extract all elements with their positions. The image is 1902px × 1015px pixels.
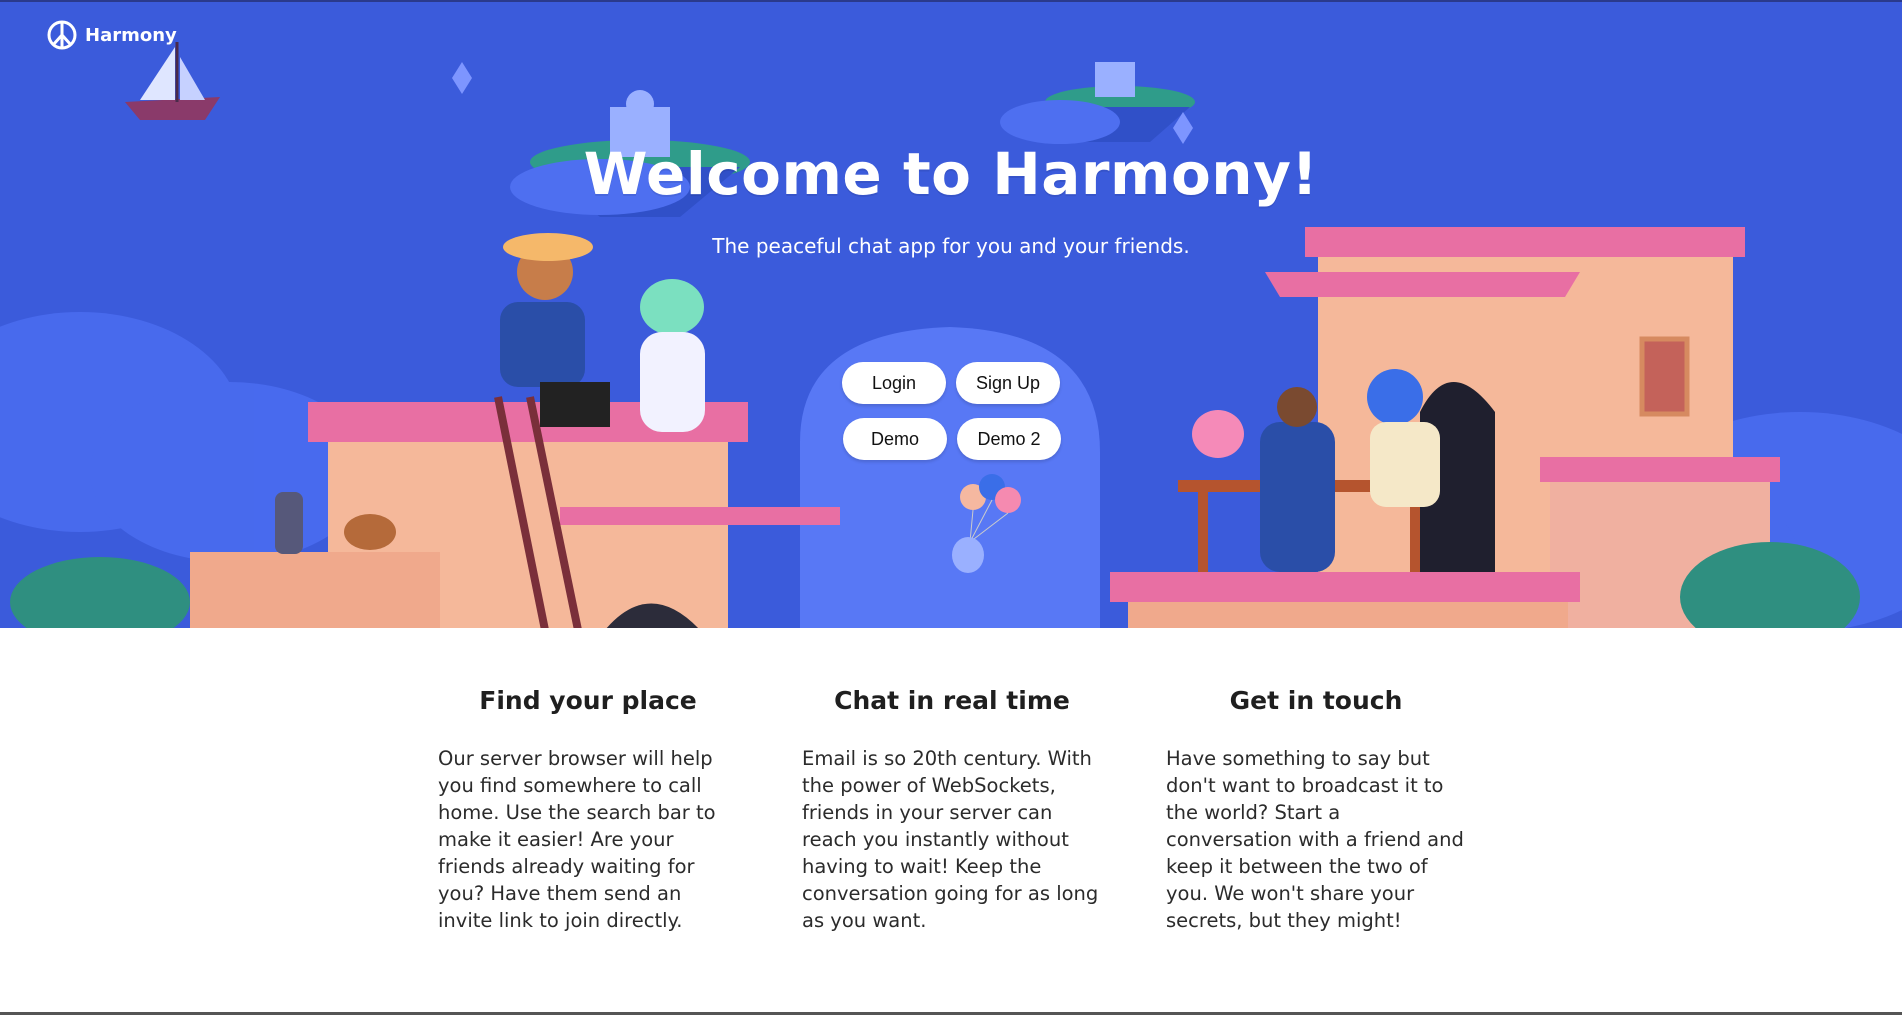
feature-get-in-touch: Get in touch Have something to say but d… — [1166, 686, 1466, 934]
feature-body: Email is so 20th century. With the power… — [802, 747, 1099, 932]
feature-find-your-place: Find your place Our server browser will … — [438, 686, 738, 934]
signup-button[interactable]: Sign Up — [956, 362, 1060, 404]
demo-2-button[interactable]: Demo 2 — [957, 418, 1061, 460]
feature-title: Find your place — [479, 686, 697, 715]
login-button[interactable]: Login — [842, 362, 946, 404]
harmony-logo-link[interactable]: Harmony — [47, 20, 177, 50]
feature-title: Get in touch — [1229, 686, 1403, 715]
feature-chat-in-real-time: Chat in real time Email is so 20th centu… — [802, 686, 1102, 934]
hero-illustration — [0, 42, 1902, 628]
hero-subtitle: The peaceful chat app for you and your f… — [712, 234, 1190, 258]
features-section: Find your place Our server browser will … — [0, 628, 1902, 1015]
feature-body: Have something to say but don't want to … — [1166, 747, 1464, 932]
brand-name: Harmony — [85, 24, 177, 46]
feature-body: Our server browser will help you find so… — [438, 747, 716, 932]
hero-title: Welcome to Harmony! — [583, 140, 1319, 208]
demo-button[interactable]: Demo — [843, 418, 947, 460]
feature-title: Chat in real time — [834, 686, 1070, 715]
hero-banner: Harmony Welcome to Harmony! The peaceful… — [0, 0, 1902, 628]
peace-icon — [47, 20, 77, 50]
